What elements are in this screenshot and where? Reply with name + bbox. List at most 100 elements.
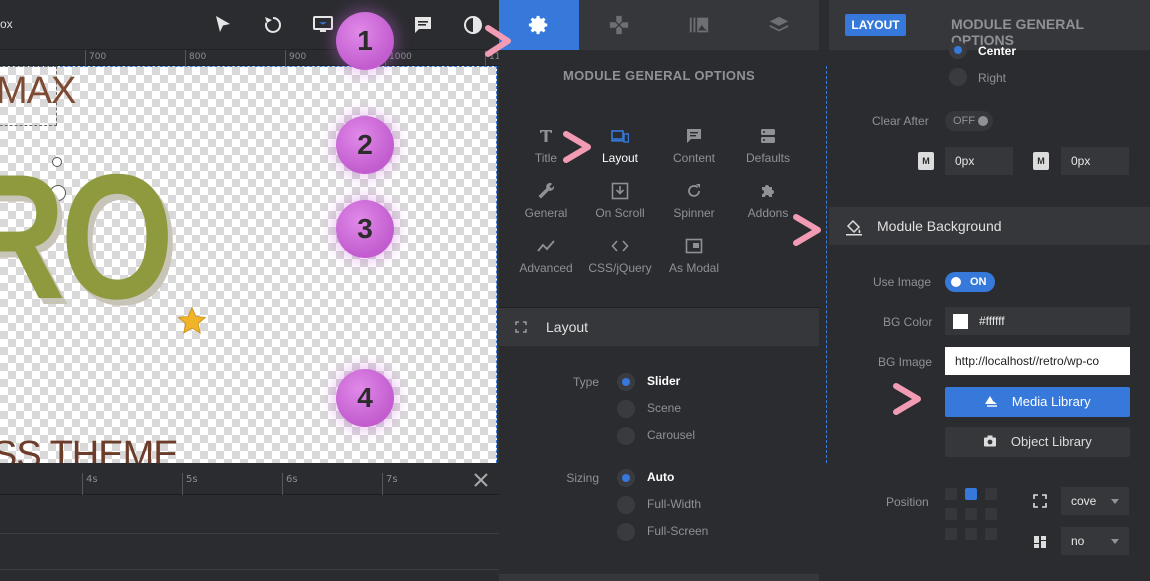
layout-badge[interactable]: LAYOUT bbox=[845, 14, 906, 36]
object-library-button[interactable]: Object Library bbox=[945, 427, 1130, 457]
clear-after-label: Clear After bbox=[872, 114, 929, 128]
align-center-radio[interactable] bbox=[949, 41, 967, 59]
ruler-label: 11 bbox=[489, 52, 499, 62]
tab-layers[interactable] bbox=[739, 0, 819, 50]
option-spinner[interactable]: Spinner bbox=[657, 182, 731, 226]
ruler-label: 800 bbox=[189, 52, 207, 62]
bg-image-url-input[interactable]: http://localhost//retro/wp-co bbox=[945, 347, 1130, 375]
database-icon bbox=[761, 129, 775, 143]
type-scene-label: Scene bbox=[647, 401, 682, 415]
bg-size-select[interactable]: cove bbox=[1061, 487, 1129, 515]
timeline-label: 5s bbox=[186, 474, 198, 485]
step-4-badge: 4 bbox=[336, 369, 394, 427]
camera-icon bbox=[984, 435, 997, 447]
sizing-label: Sizing bbox=[566, 471, 599, 485]
option-addons[interactable]: Addons bbox=[731, 182, 805, 226]
horizontal-ruler: 700 800 900 1000 11 bbox=[0, 50, 499, 66]
sizing-full-width-radio[interactable] bbox=[617, 496, 635, 514]
desktop-icon[interactable] bbox=[311, 13, 335, 37]
undo-icon[interactable] bbox=[261, 13, 285, 37]
sizing-auto-label: Auto bbox=[647, 470, 675, 484]
layers-icon bbox=[769, 16, 789, 32]
ruler-label: 1000 bbox=[389, 52, 412, 62]
tile-icon bbox=[1034, 536, 1046, 548]
media-library-button[interactable]: Media Library bbox=[945, 387, 1130, 417]
wrench-icon bbox=[538, 182, 555, 199]
ruler-label: 900 bbox=[289, 52, 307, 62]
settings-header: LAYOUT MODULE GENERAL OPTIONS bbox=[829, 0, 1150, 50]
module-options-panel: MODULE GENERAL OPTIONS Title Layout Cont… bbox=[499, 0, 819, 581]
option-as-modal[interactable]: As Modal bbox=[657, 237, 731, 281]
margin-right-input[interactable]: 0px bbox=[1061, 147, 1129, 175]
ruler-label: 700 bbox=[89, 52, 107, 62]
type-slider-label: Slider bbox=[647, 374, 681, 388]
use-image-label: Use Image bbox=[873, 275, 932, 289]
bg-color-label: BG Color bbox=[883, 315, 933, 329]
align-center-label: Center bbox=[978, 44, 1017, 58]
option-layout[interactable]: Layout bbox=[583, 127, 657, 171]
bg-color-input[interactable]: #ffffff bbox=[945, 307, 1130, 335]
contrast-icon[interactable] bbox=[461, 13, 485, 37]
gear-icon bbox=[528, 15, 548, 35]
title-icon bbox=[540, 130, 552, 142]
slide-text-layer[interactable]: MAX bbox=[0, 70, 76, 113]
layout-section-title: Layout bbox=[546, 319, 589, 335]
layout-section-header[interactable]: Layout bbox=[499, 308, 819, 346]
timeline: 4s 5s 6s 7s bbox=[0, 463, 499, 581]
tab-navigation[interactable] bbox=[579, 0, 659, 50]
sizing-auto-radio[interactable] bbox=[617, 469, 635, 487]
panel-title: MODULE GENERAL OPTIONS bbox=[563, 68, 755, 83]
color-swatch[interactable] bbox=[953, 314, 968, 329]
editor-toolbar: ox bbox=[0, 0, 499, 50]
timeline-label: 6s bbox=[286, 474, 298, 485]
sizing-full-screen-radio[interactable] bbox=[617, 523, 635, 541]
tab-module-settings[interactable] bbox=[499, 0, 579, 50]
slide-editor: ox 700 800 900 1000 11 MAX RO bbox=[0, 0, 499, 581]
trend-icon bbox=[537, 240, 555, 252]
puzzle-icon bbox=[762, 185, 774, 197]
timeline-ruler: 4s 5s 6s 7s bbox=[0, 463, 499, 495]
refresh-icon bbox=[688, 184, 700, 197]
use-image-toggle[interactable]: ON bbox=[945, 272, 995, 292]
align-right-label: Right bbox=[978, 71, 1007, 85]
position-label: Position bbox=[886, 495, 929, 509]
align-right-radio[interactable] bbox=[949, 68, 967, 86]
module-background-header[interactable]: Module Background bbox=[829, 207, 1150, 245]
image-stack-icon bbox=[985, 396, 998, 407]
tab-slides[interactable] bbox=[659, 0, 739, 50]
comment-icon bbox=[687, 129, 701, 143]
expand-icon bbox=[515, 321, 527, 333]
margin-left-icon: M bbox=[918, 152, 934, 170]
slide-headline-layer[interactable]: RO bbox=[0, 148, 174, 326]
bg-image-label: BG Image bbox=[878, 355, 933, 369]
star-icon[interactable] bbox=[176, 305, 208, 337]
toolbar-label: ox bbox=[0, 17, 13, 31]
option-on-scroll[interactable]: On Scroll bbox=[583, 182, 657, 226]
panel-tabs bbox=[499, 0, 819, 50]
option-advanced[interactable]: Advanced bbox=[509, 237, 583, 281]
type-slider-radio[interactable] bbox=[617, 373, 635, 391]
margin-left-input[interactable]: 0px bbox=[945, 147, 1013, 175]
option-content[interactable]: Content bbox=[657, 127, 731, 171]
devices-icon bbox=[611, 130, 629, 143]
bg-repeat-select[interactable]: no bbox=[1061, 527, 1129, 555]
option-css-jquery[interactable]: CSS/jQuery bbox=[583, 237, 657, 281]
type-carousel-radio[interactable] bbox=[617, 427, 635, 445]
option-title[interactable]: Title bbox=[509, 127, 583, 171]
layout-settings-panel: LAYOUT MODULE GENERAL OPTIONS Center Rig… bbox=[829, 0, 1150, 581]
type-label: Type bbox=[572, 375, 599, 389]
clear-after-toggle[interactable]: OFF bbox=[945, 111, 993, 131]
type-scene-radio[interactable] bbox=[617, 400, 635, 418]
comment-icon[interactable] bbox=[411, 13, 435, 37]
sizing-full-screen-label: Full-Screen bbox=[647, 524, 709, 538]
position-grid[interactable] bbox=[945, 488, 1001, 544]
option-defaults[interactable]: Defaults bbox=[731, 127, 805, 171]
step-2-badge: 2 bbox=[336, 116, 394, 174]
code-icon bbox=[611, 240, 629, 252]
close-icon[interactable] bbox=[472, 471, 490, 489]
modal-icon bbox=[685, 238, 703, 254]
gallery-icon bbox=[689, 17, 709, 33]
option-general[interactable]: General bbox=[509, 182, 583, 226]
cursor-icon[interactable] bbox=[211, 13, 235, 37]
module-background-title: Module Background bbox=[877, 218, 1002, 234]
